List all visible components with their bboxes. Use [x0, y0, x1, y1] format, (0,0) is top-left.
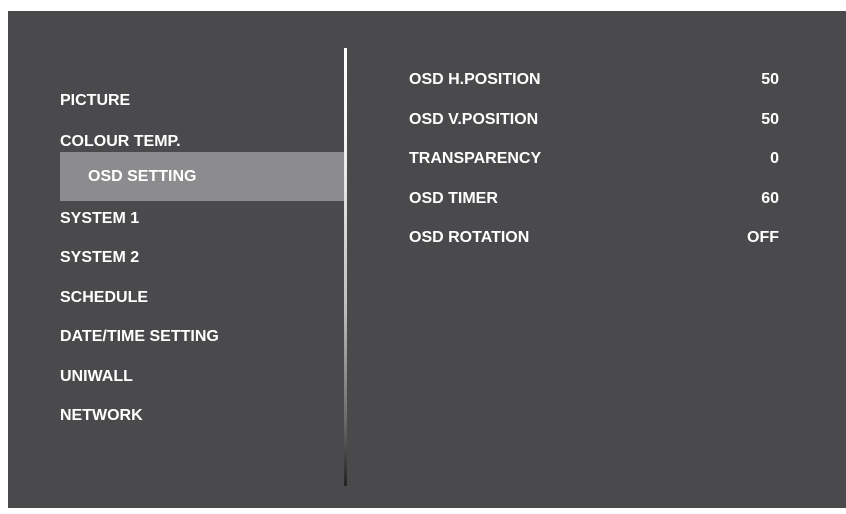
setting-row-transparency[interactable]: TRANSPARENCY 0: [409, 144, 779, 184]
osd-screen: PICTURE COLOUR TEMP. OSD SETTING SYSTEM …: [8, 11, 846, 508]
menu-item-network[interactable]: NETWORK: [60, 391, 143, 440]
osd-main-menu: PICTURE COLOUR TEMP. OSD SETTING SYSTEM …: [8, 11, 344, 508]
setting-label: OSD H.POSITION: [409, 71, 541, 88]
setting-label: OSD TIMER: [409, 189, 498, 207]
menu-divider: [344, 48, 347, 486]
setting-label: OSD V.POSITION: [409, 110, 539, 128]
setting-row-osd-timer[interactable]: OSD TIMER 60: [409, 184, 779, 224]
setting-value: 0: [770, 150, 779, 167]
setting-label: TRANSPARENCY: [409, 150, 542, 167]
setting-value: OFF: [747, 229, 779, 246]
setting-row-osd-rotation[interactable]: OSD ROTATION OFF: [409, 223, 779, 263]
osd-settings-list: OSD H.POSITION 50 OSD V.POSITION 50 TRAN…: [409, 65, 779, 263]
setting-value: 50: [761, 71, 779, 88]
setting-row-osd-h-position[interactable]: OSD H.POSITION 50: [409, 65, 779, 105]
setting-value: 50: [761, 110, 779, 128]
setting-label: OSD ROTATION: [409, 229, 530, 246]
setting-value: 60: [761, 189, 779, 207]
setting-row-osd-v-position[interactable]: OSD V.POSITION 50: [409, 105, 779, 145]
